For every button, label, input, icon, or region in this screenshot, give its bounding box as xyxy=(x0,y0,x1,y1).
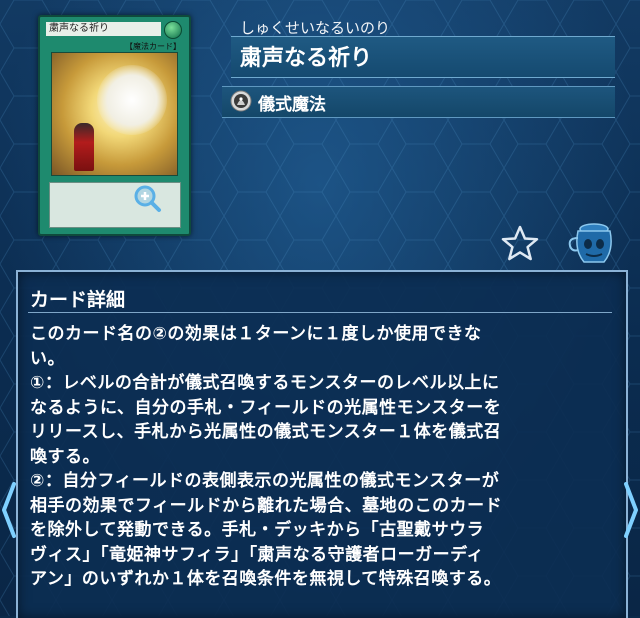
effect-line: を除外して発動できる。手札・デッキから「古聖戴サウラ xyxy=(30,520,485,540)
card-thumb-name: 粛声なる祈り xyxy=(46,22,161,36)
star-icon[interactable] xyxy=(500,224,540,264)
effect-line: アン」のいずれか１体を召喚条件を無視して特殊召喚する。 xyxy=(30,569,502,589)
effect-line: なるように、自分の手札・フィールドの光属性モンスターを xyxy=(30,397,502,418)
chevron-left-icon[interactable] xyxy=(0,480,18,540)
effect-line: い。 xyxy=(30,348,65,369)
effect-line: 喚する。 xyxy=(30,446,100,467)
zoom-in-icon[interactable] xyxy=(132,183,162,213)
card-art-figure xyxy=(74,123,94,171)
card-artwork xyxy=(51,52,178,176)
card-thumb-type: 【魔法カード】 xyxy=(125,42,181,51)
card-effect-text: このカード名の②の効果は１ターンに１度しか使用できな い。 ①：レベルの合計が儀… xyxy=(30,322,615,592)
effect-line: このカード名の②の効果は１ターンに１度しか使用できな xyxy=(30,324,482,344)
effect-line: リリースし、手札から光属性の儀式モンスター１体を儀式召 xyxy=(30,422,502,442)
effect-line: 相手の効果でフィールドから離れた場合、墓地のこのカード xyxy=(30,495,503,516)
card-art-wing xyxy=(97,65,167,135)
card-type-label: 儀式魔法 xyxy=(258,95,326,115)
effect-line: ②：自分フィールドの表側表示の光属性の儀式モンスターが xyxy=(30,471,500,491)
effect-line: ヴィス」「竜姫神サフィラ」「粛声なる守護者ローガーディ xyxy=(30,544,484,565)
details-divider xyxy=(28,312,612,313)
effect-line: ①：レベルの合計が儀式召喚するモンスターのレベル以上に xyxy=(30,373,500,393)
chevron-right-icon[interactable] xyxy=(622,480,640,540)
deck-pot-icon[interactable] xyxy=(566,220,618,268)
card-name: 粛声なる祈り xyxy=(240,46,373,71)
card-thumbnail[interactable]: 粛声なる祈り 【魔法カード】 xyxy=(38,15,191,236)
ritual-spell-icon xyxy=(230,90,252,112)
spell-attribute-icon xyxy=(164,21,182,39)
card-details-title: カード詳細 xyxy=(30,289,126,311)
card-reading: しゅくせいなるいのり xyxy=(240,19,391,37)
